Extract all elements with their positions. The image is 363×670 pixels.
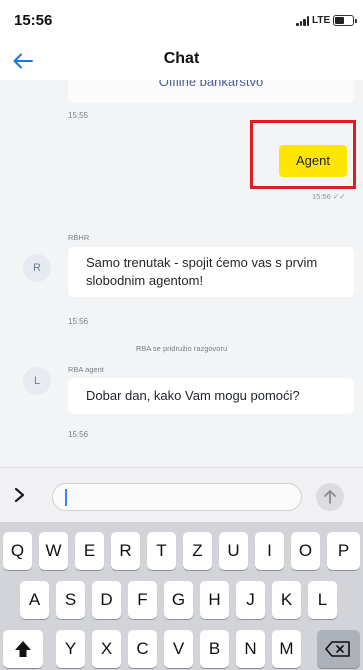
key-o[interactable]: O — [291, 532, 320, 570]
key-l[interactable]: L — [308, 581, 337, 619]
agent-sender-name: RBA agent — [68, 365, 104, 374]
key-g[interactable]: G — [164, 581, 193, 619]
system-note: RBA se pridružio razgovoru — [135, 344, 228, 353]
signal-icon — [296, 16, 310, 26]
page-title: Chat — [163, 50, 200, 67]
quick-reply-label: Offline bankarstvo — [158, 80, 264, 89]
key-a[interactable]: A — [20, 581, 49, 619]
key-d[interactable]: D — [92, 581, 121, 619]
key-w[interactable]: W — [39, 532, 68, 570]
bot-sender-name: RBHR — [68, 233, 90, 242]
key-m[interactable]: M — [272, 630, 301, 668]
chat-header: Chat — [0, 40, 363, 80]
key-p[interactable]: P — [327, 532, 360, 570]
key-s[interactable]: S — [56, 581, 85, 619]
user-message-bubble: Agent — [279, 145, 347, 177]
backspace-icon — [325, 641, 350, 657]
key-b[interactable]: B — [200, 630, 229, 668]
bot-message-bubble: Samo trenutak - spojit ćemo vas s prvim … — [68, 247, 354, 297]
agent-message-text: Dobar dan, kako Vam mogu pomoći? — [86, 388, 300, 403]
bot-message-text: Samo trenutak - spojit ćemo vas s prvim … — [86, 255, 318, 288]
expand-button[interactable] — [8, 480, 34, 510]
status-time: 15:56 — [14, 12, 53, 29]
key-i[interactable]: I — [255, 532, 284, 570]
key-j[interactable]: J — [236, 581, 265, 619]
key-c[interactable]: C — [128, 630, 157, 668]
bot-avatar: R — [23, 254, 51, 282]
key-n[interactable]: N — [236, 630, 265, 668]
key-k[interactable]: K — [272, 581, 301, 619]
battery-icon — [333, 15, 357, 26]
key-t[interactable]: T — [147, 532, 176, 570]
key-y[interactable]: Y — [56, 630, 85, 668]
keyboard: Q W E R T Z U I O P A S D F G H J K L Y … — [0, 522, 363, 670]
key-h[interactable]: H — [200, 581, 229, 619]
key-r[interactable]: R — [111, 532, 140, 570]
network-label: LTE — [312, 15, 331, 26]
send-button[interactable] — [316, 483, 344, 511]
shift-key[interactable] — [3, 630, 43, 668]
shift-icon — [15, 641, 31, 657]
message-composer — [0, 467, 363, 522]
key-q[interactable]: Q — [3, 532, 32, 570]
quick-reply-card[interactable]: Offline bankarstvo — [68, 80, 354, 103]
chat-transcript[interactable]: Offline bankarstvo 15:55 Agent 15:56 ✓✓ … — [0, 80, 363, 467]
message-input[interactable] — [52, 483, 302, 511]
message-timestamp: 15:56 — [68, 430, 89, 439]
status-bar: 15:56 LTE — [0, 0, 363, 40]
message-timestamp: 15:55 — [68, 111, 89, 120]
chevron-right-icon — [14, 487, 25, 503]
text-cursor — [65, 489, 67, 506]
key-z[interactable]: Z — [183, 532, 212, 570]
agent-message-bubble: Dobar dan, kako Vam mogu pomoći? — [68, 378, 354, 414]
message-timestamp: 15:56 — [68, 317, 89, 326]
key-x[interactable]: X — [92, 630, 121, 668]
key-e[interactable]: E — [75, 532, 104, 570]
user-message-meta: 15:56 ✓✓ — [312, 192, 346, 201]
agent-avatar: L — [23, 367, 51, 395]
key-u[interactable]: U — [219, 532, 248, 570]
key-v[interactable]: V — [164, 630, 193, 668]
delete-key[interactable] — [317, 630, 360, 668]
key-f[interactable]: F — [128, 581, 157, 619]
arrow-up-icon — [324, 490, 336, 504]
